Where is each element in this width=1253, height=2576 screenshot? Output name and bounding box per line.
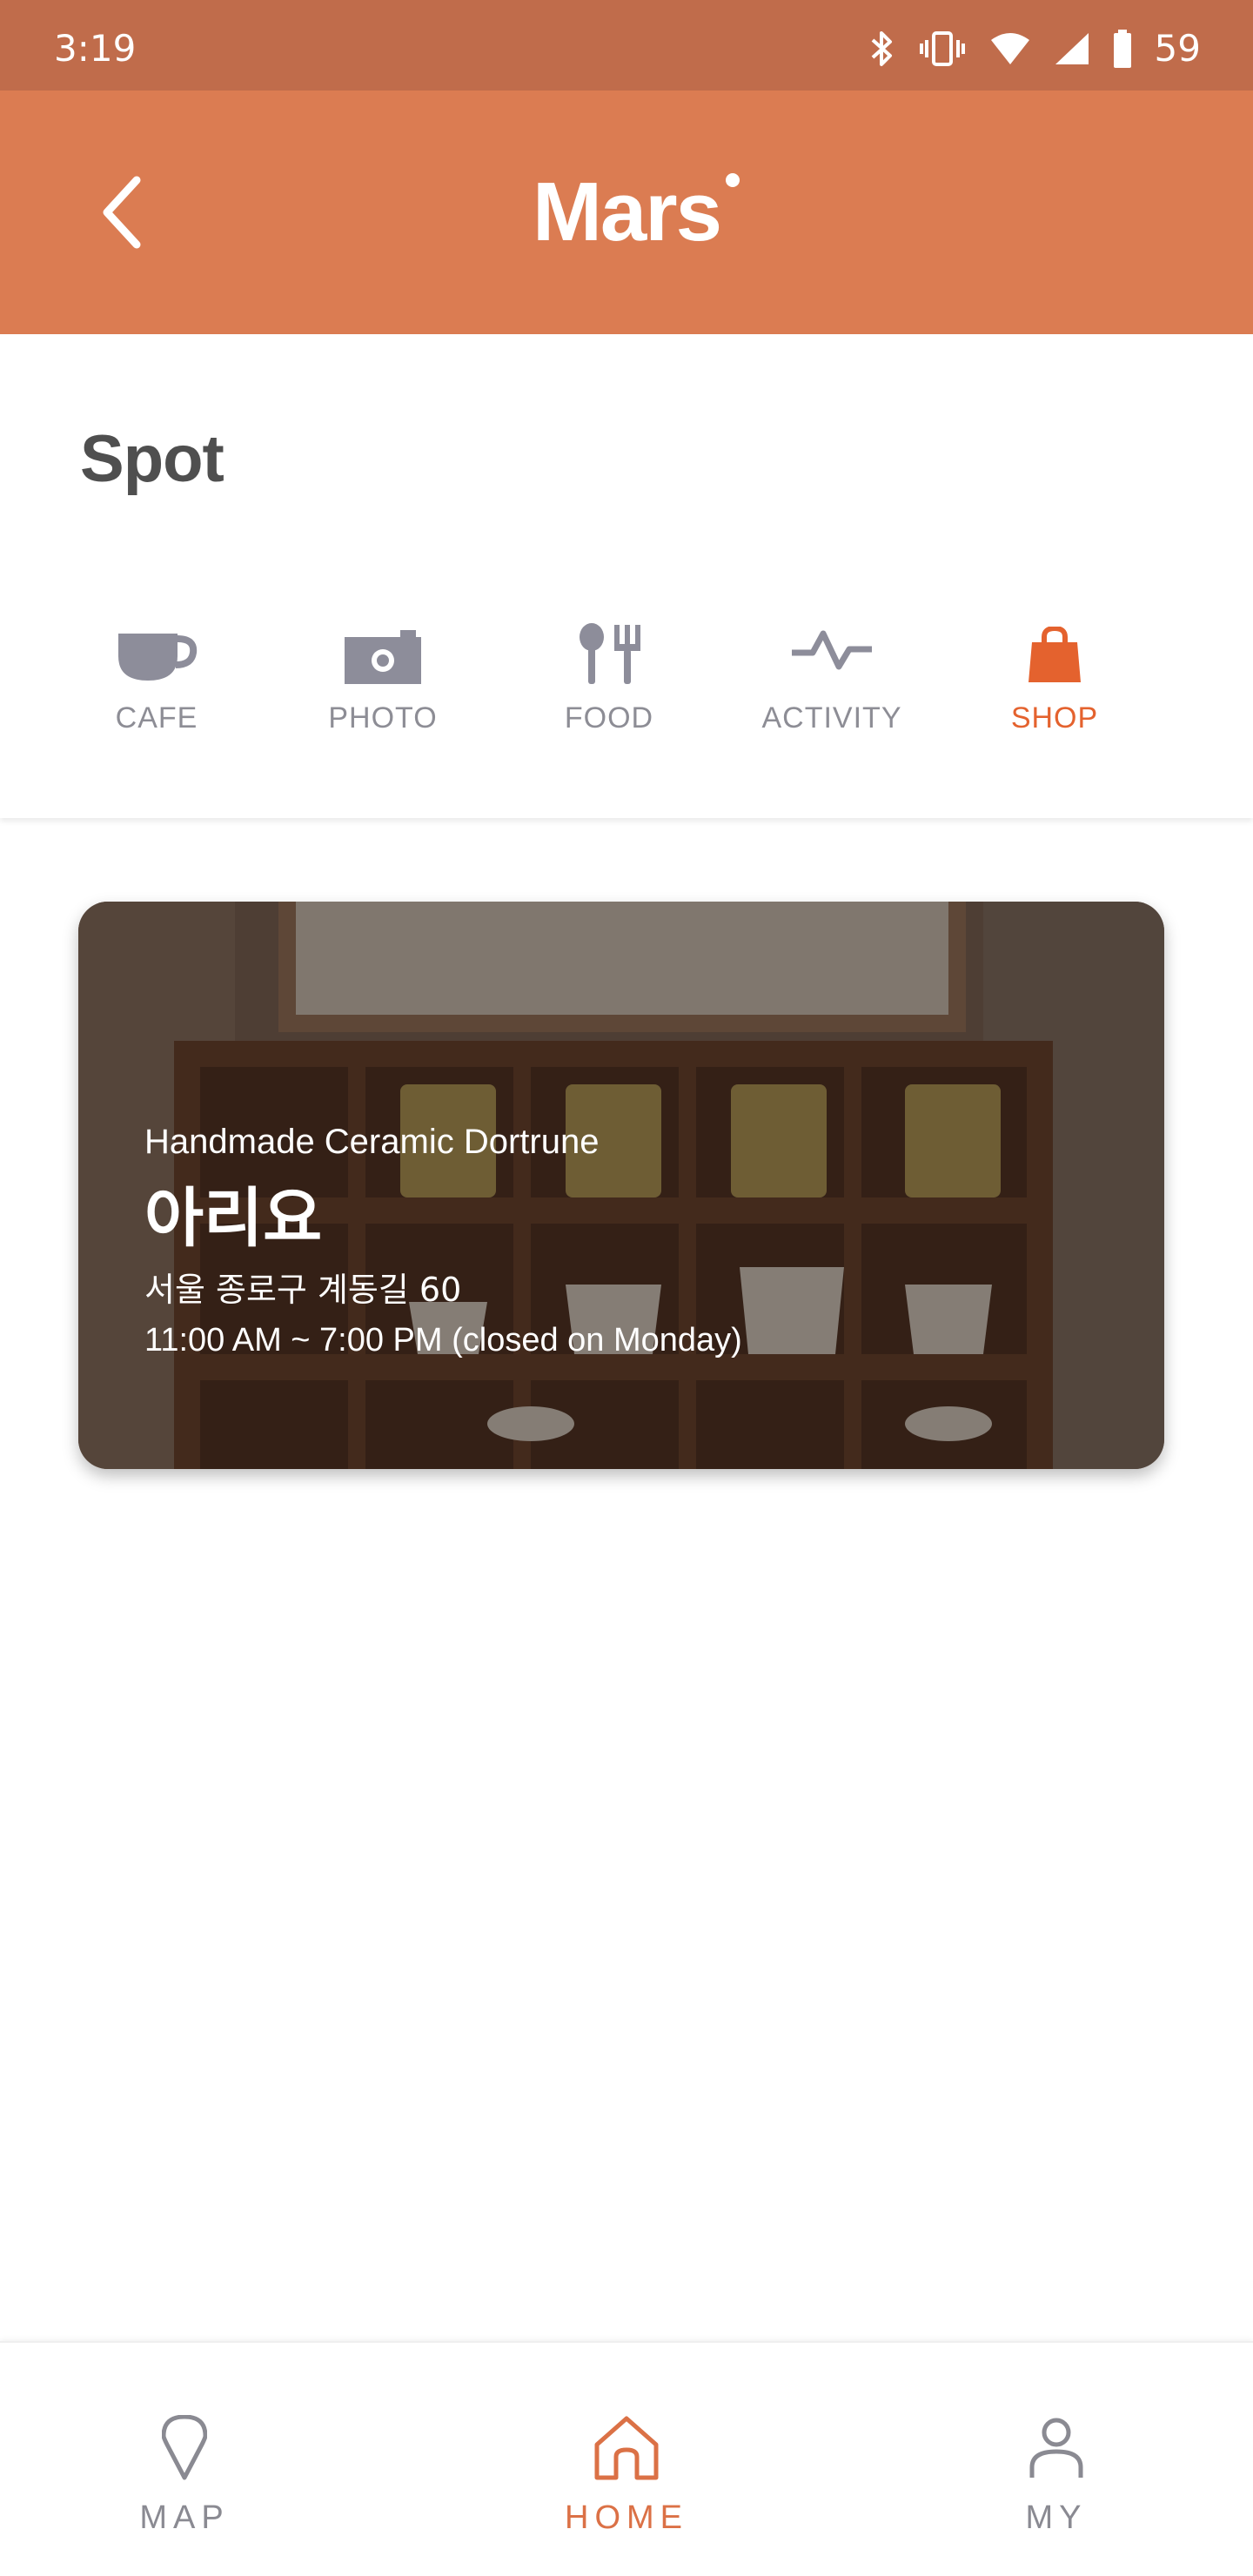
nav-my[interactable]: MY: [926, 2343, 1187, 2576]
battery-icon: [1113, 30, 1132, 68]
card-address: 서울 종로구 계동길 60: [144, 1271, 462, 1309]
chevron-left-icon: [103, 176, 141, 249]
tab-cafe-label: CAFE: [115, 701, 198, 735]
shopping-bag-icon: [1027, 613, 1082, 684]
nav-home[interactable]: HOME: [496, 2343, 757, 2576]
app-screen: 3:19 59 Mars Spot CAFE PHOTO FOOD ACTIVI…: [0, 0, 1253, 2576]
tab-photo-label: PHOTO: [328, 701, 438, 735]
pulse-icon: [790, 613, 874, 684]
bottom-nav: MAP HOME MY: [0, 2341, 1253, 2576]
tab-photo[interactable]: PHOTO: [287, 613, 479, 752]
tab-shop-label: SHOP: [1010, 701, 1099, 735]
nav-map[interactable]: MAP: [54, 2343, 315, 2576]
shop-card[interactable]: Handmade Ceramic Dortrune 아리요 서울 종로구 계동길…: [78, 902, 1164, 1469]
category-tabs: CAFE PHOTO FOOD ACTIVITY SHOP: [0, 613, 1253, 752]
app-title-wrap: Mars: [0, 91, 1253, 334]
person-icon: [1029, 2409, 1084, 2487]
app-title: Mars: [532, 164, 740, 260]
nav-my-label: MY: [1025, 2499, 1088, 2536]
tab-activity-label: ACTIVITY: [761, 701, 902, 735]
back-button[interactable]: [84, 167, 162, 258]
app-title-text: Mars: [532, 165, 722, 258]
coffee-cup-icon: [115, 613, 198, 684]
tab-shop[interactable]: SHOP: [959, 613, 1150, 752]
signal-icon: [1054, 31, 1090, 66]
nav-map-label: MAP: [139, 2499, 230, 2536]
spot-heading: Spot: [80, 422, 224, 496]
tab-activity[interactable]: ACTIVITY: [736, 613, 928, 752]
home-icon: [593, 2409, 660, 2487]
nav-home-label: HOME: [565, 2499, 688, 2536]
tab-food[interactable]: FOOD: [513, 613, 705, 752]
map-pin-icon: [162, 2409, 207, 2487]
spot-section: Spot CAFE PHOTO FOOD ACTIVITY SHOP: [0, 334, 1253, 818]
fork-spoon-icon: [576, 613, 642, 684]
app-bar: Mars: [0, 91, 1253, 334]
bluetooth-icon: [869, 30, 895, 68]
card-hours: 11:00 AM ~ 7:00 PM (closed on Monday): [144, 1322, 742, 1358]
status-icons: 59: [869, 23, 1201, 75]
vibrate-icon: [918, 30, 967, 68]
card-name: 아리요: [144, 1181, 323, 1256]
camera-icon: [343, 613, 423, 684]
status-time: 3:19: [54, 27, 137, 70]
wifi-icon: [989, 31, 1031, 66]
battery-level: 59: [1154, 27, 1201, 70]
tab-food-label: FOOD: [564, 701, 654, 735]
status-bar: 3:19 59: [0, 0, 1253, 91]
tab-cafe[interactable]: CAFE: [61, 613, 252, 752]
card-text: Handmade Ceramic Dortrune 아리요 서울 종로구 계동길…: [144, 1119, 742, 1366]
card-category: Handmade Ceramic Dortrune: [144, 1123, 600, 1161]
title-dot: [726, 173, 740, 187]
